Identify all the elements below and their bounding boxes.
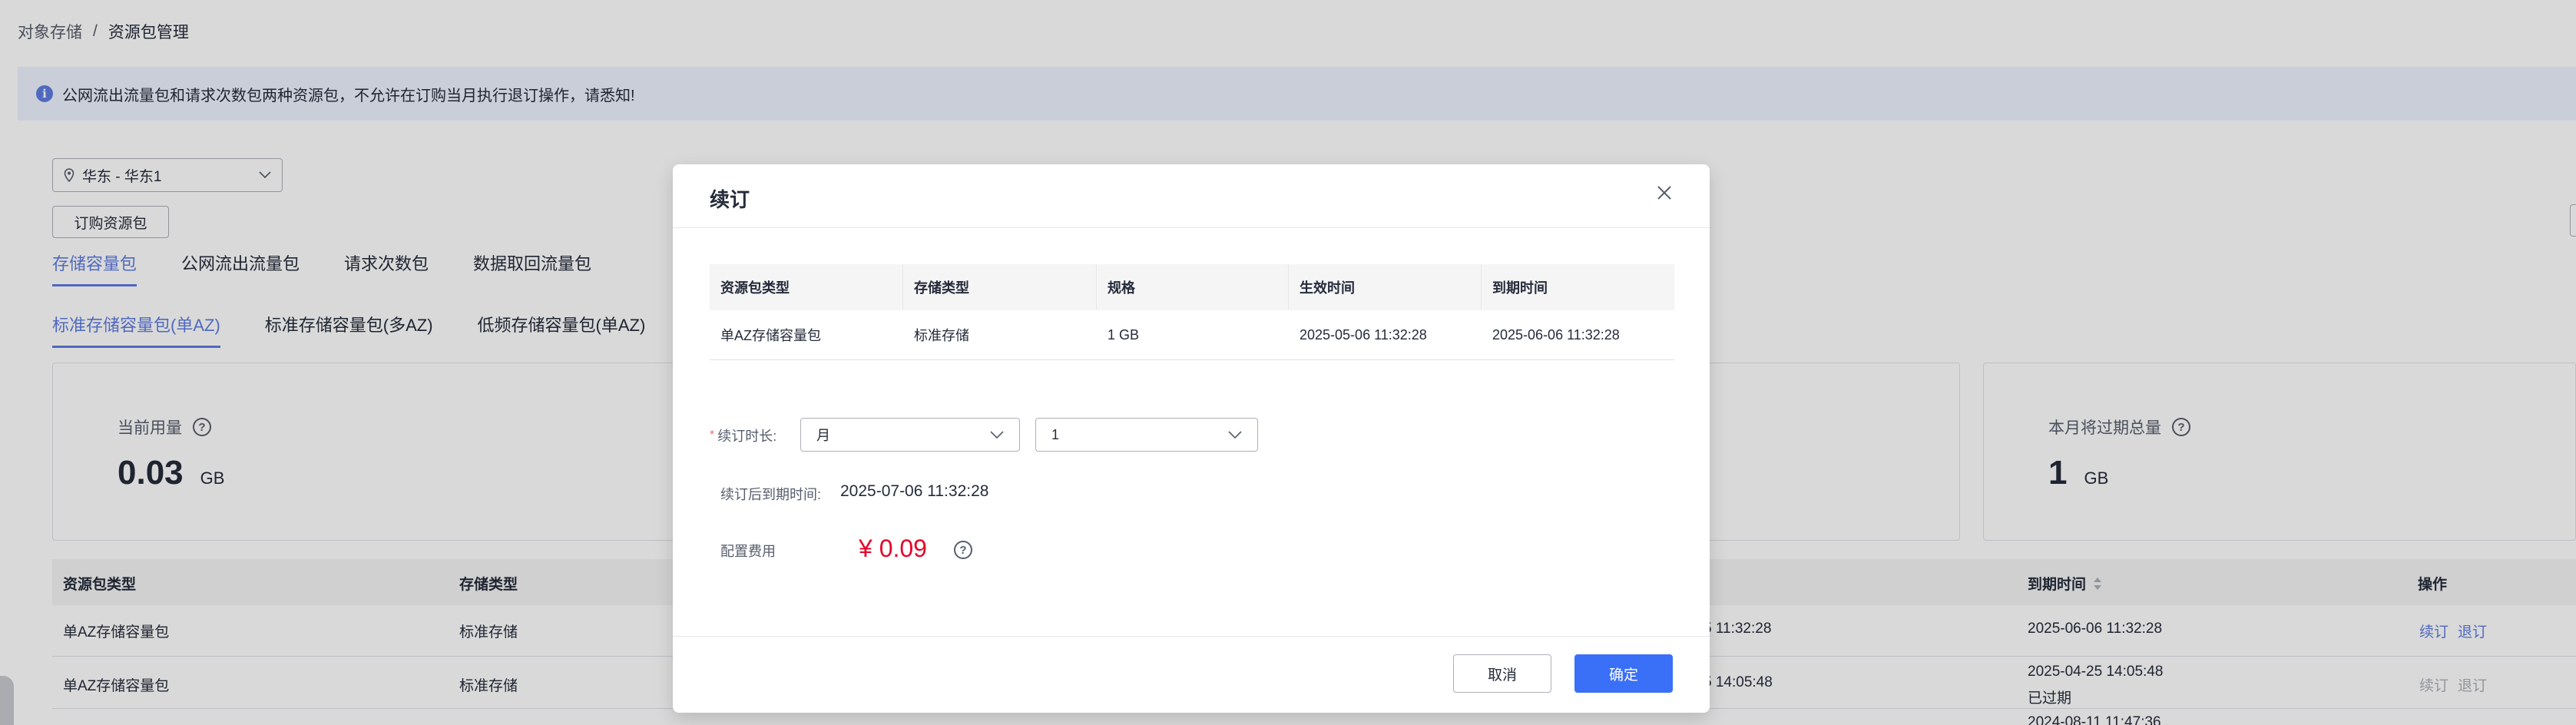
dialog-footer-divider (673, 636, 1710, 637)
dialog-cell-expire: 2025-06-06 11:32:28 (1492, 326, 1620, 343)
dialog-cell-spec: 1 GB (1108, 326, 1140, 343)
confirm-button[interactable]: 确定 (1574, 654, 1673, 693)
close-icon[interactable] (1656, 183, 1673, 206)
dialog-title: 续订 (710, 188, 750, 211)
dialog-col-expire: 到期时间 (1492, 280, 1548, 296)
duration-label: 续订时长: (717, 429, 777, 444)
duration-unit-value: 月 (816, 428, 830, 443)
fee-value: ¥ 0.09 (859, 535, 927, 562)
dialog-col-storage: 存储类型 (903, 264, 1097, 310)
duration-unit-select[interactable]: 月 (800, 418, 1020, 452)
dialog-col-start: 生效时间 (1289, 264, 1482, 310)
dialog-header-divider (673, 227, 1710, 228)
renew-dialog: 续订 资源包类型 存储类型 规格 生效时间 到期时间 单AZ存储容量包 标准存储… (673, 164, 1710, 713)
dialog-table-header: 资源包类型 存储类型 规格 生效时间 到期时间 (710, 264, 1674, 310)
cancel-button[interactable]: 取消 (1453, 654, 1551, 693)
dialog-cell-storage: 标准存储 (914, 328, 969, 343)
duration-count-select[interactable]: 1 (1035, 418, 1258, 452)
dialog-cell-type: 单AZ存储容量包 (720, 328, 822, 343)
duration-label-row: * 续订时长: (710, 425, 776, 445)
help-icon[interactable]: ? (954, 541, 972, 559)
chevron-down-icon (1228, 431, 1242, 439)
dialog-table-divider (710, 359, 1674, 360)
dialog-col-type: 资源包类型 (710, 264, 903, 310)
duration-count-value: 1 (1051, 426, 1060, 442)
dialog-cell-start: 2025-05-06 11:32:28 (1300, 326, 1427, 343)
fee-label: 配置费用 (720, 544, 776, 559)
new-expire-label: 续订后到期时间: (720, 487, 822, 502)
dialog-col-spec: 规格 (1097, 264, 1289, 310)
chevron-down-icon (990, 431, 1004, 439)
required-mark: * (710, 429, 715, 442)
new-expire-value: 2025-07-06 11:32:28 (840, 482, 989, 500)
